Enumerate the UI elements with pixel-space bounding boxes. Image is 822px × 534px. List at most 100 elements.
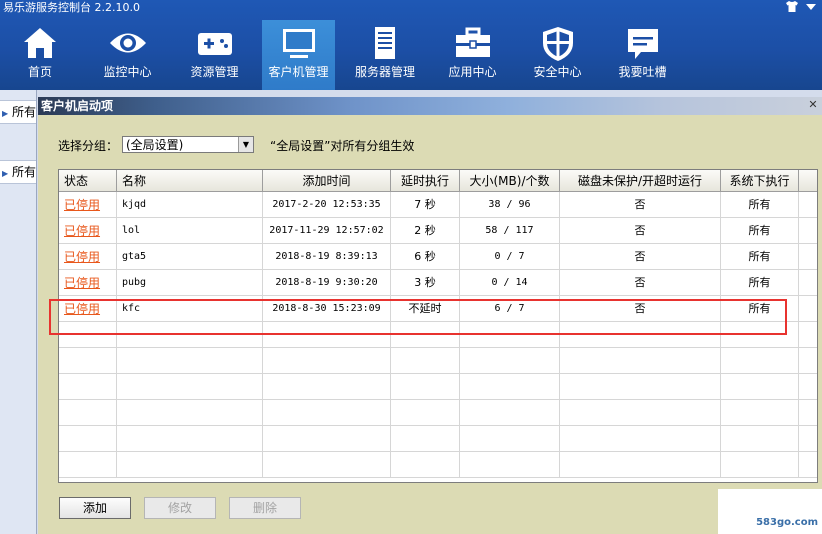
- cell-status: [59, 400, 117, 426]
- nav-security-center[interactable]: 安全中心: [515, 20, 600, 90]
- cell-size-count: [460, 374, 560, 400]
- nav-server-management[interactable]: 服务器管理: [340, 20, 430, 90]
- cell-size-count: 38 / 96: [460, 192, 560, 218]
- empty-table-row: [59, 426, 817, 452]
- cell-system-exec: 所有: [721, 244, 799, 270]
- empty-table-row: [59, 348, 817, 374]
- cell-system-exec: 所有: [721, 270, 799, 296]
- group-select-value: (全局设置): [126, 138, 184, 152]
- delete-button[interactable]: 删除: [229, 497, 301, 519]
- dropdown-arrow-icon[interactable]: [805, 1, 817, 15]
- eye-icon: [109, 33, 146, 53]
- panel-title: 客户机启动项: [41, 99, 114, 113]
- column-header-status[interactable]: 状态: [59, 170, 117, 192]
- chevron-down-icon[interactable]: ▼: [238, 137, 253, 152]
- shield-icon: [542, 27, 573, 61]
- cell-system-exec: 所有: [721, 218, 799, 244]
- cell-delay: 2 秒: [391, 218, 460, 244]
- sidebar-item-all-2[interactable]: ▶ 所有: [0, 160, 36, 184]
- nav-label: 我要吐槽: [618, 65, 667, 79]
- cell-system-exec: 所有: [721, 192, 799, 218]
- empty-table-row: [59, 452, 817, 478]
- cell-name: pubg: [117, 270, 263, 296]
- cell-added-time: 2017-11-29 12:57:02: [263, 218, 391, 244]
- nav-label: 应用中心: [448, 65, 497, 79]
- cell-filler: [799, 374, 817, 400]
- nav-client-management[interactable]: 客户机管理: [262, 20, 335, 90]
- cell-added-time: [263, 374, 391, 400]
- cell-delay: [391, 374, 460, 400]
- column-header-added-time[interactable]: 添加时间: [263, 170, 391, 192]
- nav-resource-management[interactable]: 资源管理: [172, 20, 257, 90]
- collapse-triangle-icon: ▶: [2, 169, 9, 178]
- nav-home[interactable]: 首页: [0, 20, 80, 90]
- cell-delay: [391, 426, 460, 452]
- cell-filler: [799, 426, 817, 452]
- monitor-icon: [282, 29, 315, 58]
- panel-titlebar: 客户机启动项 ✕: [38, 97, 822, 115]
- table-row[interactable]: 已停用 gta5 2018-8-19 8:39:13 6 秒0 / 7 否所有: [59, 244, 817, 270]
- status-disabled-link[interactable]: 已停用: [64, 198, 100, 212]
- cell-delay: 6 秒: [391, 244, 460, 270]
- table-header: 状态 名称 添加时间 延时执行 大小(MB)/个数 磁盘未保护/开超时运行 系统…: [59, 170, 817, 192]
- collapse-triangle-icon: ▶: [2, 109, 9, 118]
- cell-added-time: [263, 452, 391, 478]
- cell-filler: [799, 244, 817, 270]
- nav-monitor-center[interactable]: 监控中心: [85, 20, 170, 90]
- cell-system-exec: [721, 348, 799, 374]
- status-disabled-link[interactable]: 已停用: [64, 224, 100, 238]
- cell-filler: [799, 348, 817, 374]
- cell-added-time: [263, 348, 391, 374]
- cell-added-time: 2018-8-19 9:30:20: [263, 270, 391, 296]
- add-button[interactable]: 添加: [59, 497, 131, 519]
- column-header-name[interactable]: 名称: [117, 170, 263, 192]
- column-header-size-count[interactable]: 大小(MB)/个数: [460, 170, 560, 192]
- nav-app-center[interactable]: 应用中心: [430, 20, 515, 90]
- cell-status: 已停用: [59, 218, 117, 244]
- cell-name: kjqd: [117, 192, 263, 218]
- table-row[interactable]: 已停用 lol 2017-11-29 12:57:02 2 秒 58 / 117 否所有: [59, 218, 817, 244]
- cell-delay: 7 秒: [391, 192, 460, 218]
- empty-table-row: [59, 400, 817, 426]
- table-row[interactable]: 已停用 kjqd 2017-2-20 12:53:35 7 秒 38 / 96 否所有: [59, 192, 817, 218]
- group-sidebar: ▶ 所有 ▶ 所有: [0, 90, 37, 534]
- cell-disk-unprotected: 否: [560, 270, 721, 296]
- column-header-disk-unprotected[interactable]: 磁盘未保护/开超时运行: [560, 170, 721, 192]
- cell-name: [117, 374, 263, 400]
- cell-system-exec: [721, 400, 799, 426]
- group-filter-label: 选择分组：: [58, 139, 119, 153]
- cell-size-count: [460, 400, 560, 426]
- group-select[interactable]: (全局设置) ▼: [122, 136, 254, 153]
- cell-name: [117, 400, 263, 426]
- nav-feedback[interactable]: 我要吐槽: [600, 20, 685, 90]
- cell-filler: [799, 192, 817, 218]
- cell-size-count: [460, 348, 560, 374]
- close-icon[interactable]: ✕: [807, 99, 819, 111]
- cell-disk-unprotected: [560, 374, 721, 400]
- cell-name: gta5: [117, 244, 263, 270]
- shirt-icon[interactable]: [786, 1, 798, 15]
- cell-disk-unprotected: 否: [560, 192, 721, 218]
- cell-delay: [391, 348, 460, 374]
- cell-status: [59, 452, 117, 478]
- server-icon: [375, 27, 395, 59]
- cell-status: 已停用: [59, 270, 117, 296]
- edit-button[interactable]: 修改: [144, 497, 216, 519]
- status-disabled-link[interactable]: 已停用: [64, 276, 100, 290]
- top-bar: 易乐游服务控制台 2.2.10.0 首页 监控中心 资源管理 客户机管理 服务器…: [0, 0, 822, 90]
- cell-disk-unprotected: 否: [560, 218, 721, 244]
- table-row[interactable]: 已停用 pubg 2018-8-19 9:30:20 3 秒0 / 14 否所有: [59, 270, 817, 296]
- cell-filler: [799, 296, 817, 322]
- cell-added-time: 2018-8-19 8:39:13: [263, 244, 391, 270]
- cell-filler: [799, 322, 817, 348]
- cell-delay: [391, 452, 460, 478]
- global-setting-hint: “全局设置”对所有分组生效: [270, 139, 415, 153]
- cell-added-time: [263, 426, 391, 452]
- cell-size-count: 58 / 117: [460, 218, 560, 244]
- sidebar-item-all[interactable]: ▶ 所有: [0, 100, 36, 124]
- status-disabled-link[interactable]: 已停用: [64, 250, 100, 264]
- cell-disk-unprotected: [560, 452, 721, 478]
- cell-disk-unprotected: [560, 400, 721, 426]
- column-header-system-exec[interactable]: 系统下执行: [721, 170, 799, 192]
- column-header-delay[interactable]: 延时执行: [391, 170, 460, 192]
